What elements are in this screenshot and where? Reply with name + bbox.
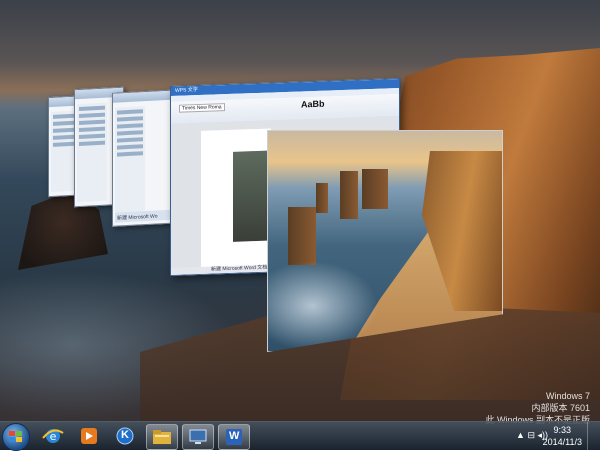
photo-rock-stack [340,171,358,219]
kugou-icon[interactable]: K [110,424,140,448]
remote-desktop-icon[interactable] [182,424,214,450]
show-desktop-button[interactable] [587,422,600,450]
desktop: 新建 Microsoft Wo WPS 文字 Times New Roma Aa… [0,0,600,450]
nav-pane [115,106,145,222]
photo-rock-stack [362,169,388,209]
media-player-icon[interactable] [74,424,104,448]
kugou-glyph: K [121,429,129,441]
wps-writer-icon[interactable]: W [218,424,250,450]
watermark-build: 内部版本 7601 [531,403,590,413]
taskbar: e K W ▲ ⊟ ◂)) 9:33 2014/11/3 [0,421,600,451]
windows-flag-icon [9,431,23,443]
photo-viewer-window[interactable] [267,130,503,352]
clock-time: 9:33 [553,425,572,435]
wps-glyph: W [229,430,240,442]
font-selector[interactable]: Times New Roma [179,103,225,113]
photo-rock-stack [288,207,316,265]
internet-explorer-icon[interactable]: e [38,424,68,448]
clock[interactable]: 9:33 2014/11/3 [543,424,582,448]
watermark-os: Windows 7 [545,391,590,401]
nav-pane [77,102,107,203]
start-button[interactable] [2,423,30,451]
clock-date: 2014/11/3 [542,437,582,447]
style-sample[interactable]: AaBb [301,99,325,110]
windows-explorer-icon[interactable] [146,424,178,450]
photo-rock-stack [316,183,328,213]
